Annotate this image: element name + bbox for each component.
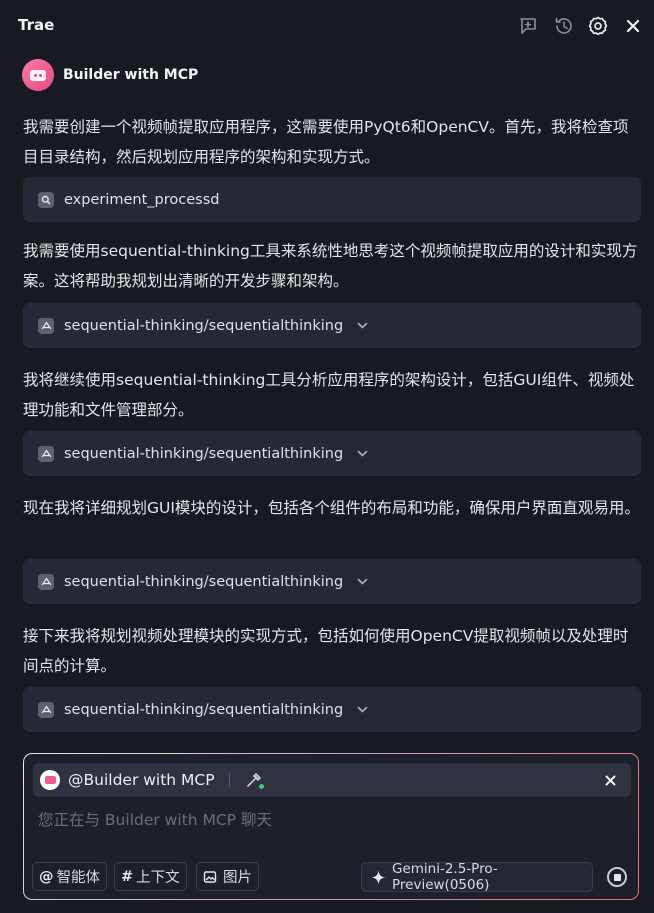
sparkle-icon [371, 870, 386, 885]
tool-call-card[interactable]: experiment_processd [23, 177, 641, 222]
agent-avatar [40, 770, 60, 790]
assistant-message: 现在我将详细规划GUI模块的设计，包括各个组件的布局和功能，确保用户界面直观易用… [23, 499, 640, 517]
tool-call-label: sequential-thinking/sequentialthinking [64, 573, 344, 590]
close-icon[interactable] [621, 14, 645, 38]
assistant-message: 我需要使用sequential-thinking工具来系统性地思考这个视频帧提取… [23, 242, 638, 290]
tool-call-label: experiment_processd [64, 191, 220, 208]
assistant-message: 接下来我将规划视频处理模块的实现方式，包括如何使用OpenCV提取视频帧以及处理… [23, 627, 629, 675]
assistant-message: 我将继续使用sequential-thinking工具分析应用程序的架构设计，包… [23, 371, 635, 419]
agent-avatar [22, 59, 54, 91]
mcp-tools-icon[interactable] [244, 770, 264, 790]
hash-icon: # [121, 868, 134, 885]
search-icon [38, 191, 54, 208]
tool-call-card[interactable]: sequential-thinking/sequentialthinking [23, 431, 641, 476]
at-icon: @ [39, 868, 54, 885]
stop-button[interactable] [607, 867, 627, 887]
tool-call-label: sequential-thinking/sequentialthinking [64, 701, 344, 718]
divider [228, 773, 230, 787]
agent-chip[interactable]: @ 智能体 [32, 862, 107, 891]
image-chip[interactable]: 图片 [196, 862, 259, 891]
image-icon [203, 870, 217, 884]
mcp-icon [38, 317, 54, 334]
panel-title: Trae [18, 16, 55, 34]
chip-label: 上下文 [136, 870, 180, 886]
chip-label: 智能体 [56, 870, 101, 886]
agent-mention: @Builder with MCP [68, 771, 215, 789]
tool-call-label: sequential-thinking/sequentialthinking [64, 317, 344, 334]
model-selector[interactable]: Gemini-2.5-Pro-Preview(0506) [361, 861, 593, 893]
agent-mention-bar[interactable]: @Builder with MCP [33, 763, 631, 797]
history-icon[interactable] [552, 14, 576, 38]
tool-call-card[interactable]: sequential-thinking/sequentialthinking [23, 559, 641, 604]
tool-call-card[interactable]: sequential-thinking/sequentialthinking [23, 303, 641, 348]
new-chat-icon[interactable] [516, 14, 540, 38]
chevron-down-icon[interactable] [357, 578, 368, 585]
chip-label: 图片 [223, 870, 252, 886]
message-input[interactable]: 您正在与 Builder with MCP 聊天 [38, 808, 272, 830]
tool-call-card[interactable]: sequential-thinking/sequentialthinking [23, 687, 641, 732]
chat-composer[interactable]: @Builder with MCP 您正在与 Builder with MCP … [23, 753, 639, 900]
model-name: Gemini-2.5-Pro-Preview(0506) [392, 861, 498, 893]
mcp-icon [38, 573, 54, 590]
chevron-down-icon[interactable] [357, 322, 368, 329]
context-chip[interactable]: # 上下文 [114, 862, 187, 891]
agent-header: Builder with MCP [22, 58, 198, 92]
chevron-down-icon[interactable] [357, 706, 368, 713]
panel-header: Trae [0, 0, 654, 52]
tool-call-label: sequential-thinking/sequentialthinking [64, 445, 344, 462]
mcp-icon [38, 445, 54, 462]
mcp-icon [38, 701, 54, 718]
chevron-down-icon[interactable] [357, 450, 368, 457]
agent-name: Builder with MCP [63, 67, 199, 83]
remove-mention-icon[interactable] [601, 771, 619, 789]
settings-icon[interactable] [586, 14, 610, 38]
assistant-message: 我需要创建一个视频帧提取应用程序，这需要使用PyQt6和OpenCV。首先，我将… [23, 118, 629, 166]
